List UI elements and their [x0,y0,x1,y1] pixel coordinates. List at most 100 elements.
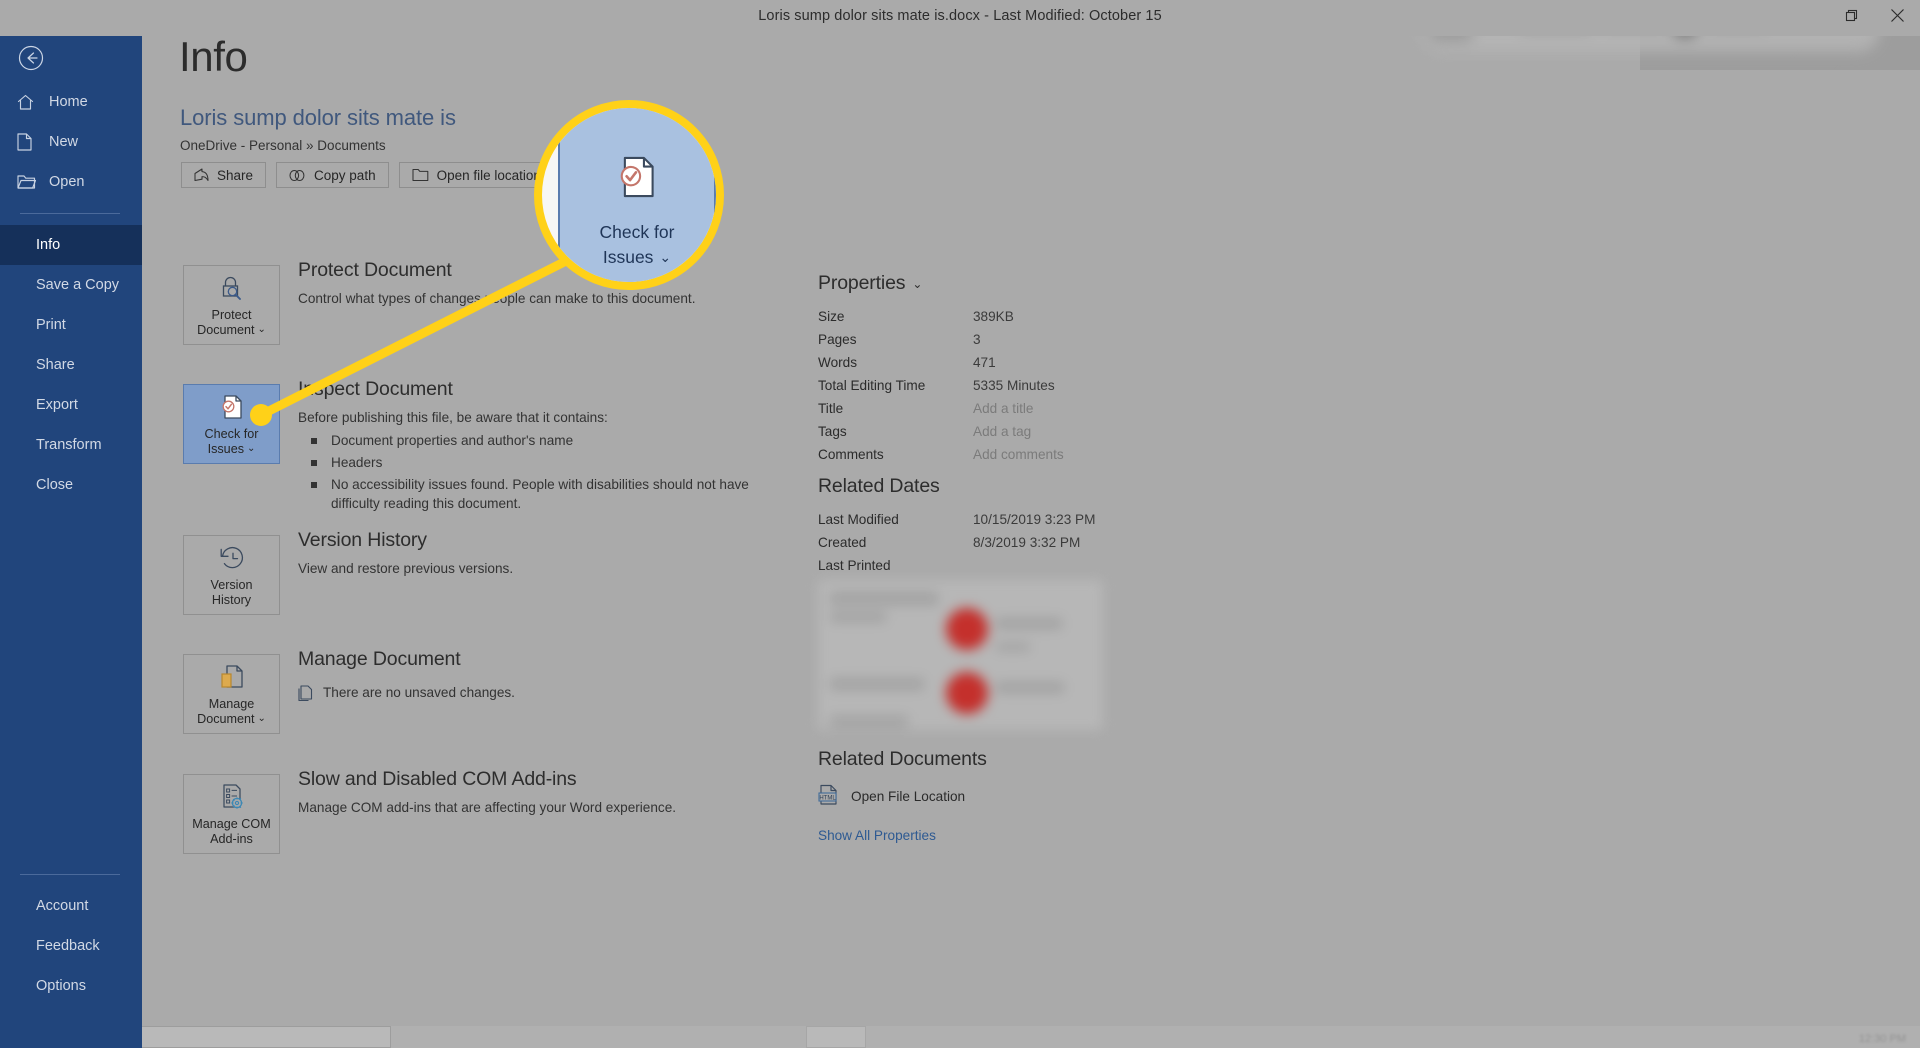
manage-document-section: Manage Document ⌄ Manage Document There … [183,648,883,744]
table-row: Created 8/3/2019 3:32 PM [818,531,1095,554]
protect-document-button-line1: Protect [211,308,252,322]
sidebar-item-account[interactable]: Account [0,886,142,926]
taskbar-segment[interactable] [806,1026,866,1048]
manage-com-addins-line1: Manage COM [192,817,271,831]
copy-path-button[interactable]: Copy path [276,162,389,188]
document-check-icon [217,392,247,422]
manage-document-note: There are no unsaved changes. [323,685,515,700]
table-row[interactable]: Size 389KB [818,305,1064,328]
protect-document-button[interactable]: Protect Document ⌄ [183,265,280,345]
list-item: Headers [298,453,801,472]
inspect-document-body-wrap: Before publishing this file, be aware th… [298,408,801,516]
chevron-down-icon: ⌄ [912,276,923,291]
sidebar-item-options[interactable]: Options [0,966,142,1006]
manage-document-button-line1: Manage [208,697,255,711]
date-value: 8/3/2019 3:32 PM [973,535,1081,550]
sidebar-item-label: Feedback [36,938,100,954]
protect-document-section: Protect Document ⌄ Protect Document Cont… [183,259,883,355]
manage-document-button[interactable]: Manage Document ⌄ [183,654,280,734]
sidebar-item-home[interactable]: Home [0,82,142,122]
sidebar-item-open[interactable]: Open [0,162,142,202]
related-dates-table: Last Modified 10/15/2019 3:23 PM Created… [818,508,1095,577]
zoom-label-line1: Check for [599,221,675,242]
table-row[interactable]: Total Editing Time 5335 Minutes [818,374,1064,397]
date-key: Created [818,535,867,550]
open-file-location-label: Open File Location [851,789,966,804]
document-path: OneDrive - Personal » Documents [180,138,386,153]
link-icon [289,169,306,182]
property-key: Title [818,401,844,416]
properties-heading: Properties [818,272,906,294]
zoomed-check-for-issues-button[interactable]: Check for Issues ⌄ [558,108,716,282]
open-file-location-link[interactable]: HTML Open File Location [818,784,987,809]
property-key: Tags [818,424,847,439]
com-addins-body: Manage COM add-ins that are affecting yo… [298,800,677,815]
version-history-button[interactable]: Version History [183,535,280,615]
open-file-location-button-label: Open file location [436,167,541,183]
sidebar-item-label: Save a Copy [36,277,120,293]
sidebar-item-share[interactable]: Share [0,345,142,385]
sidebar-item-label: Options [36,978,86,994]
table-row[interactable]: Title Add a title [818,397,1064,420]
related-documents-panel: Related Documents HTML Open File Locatio… [818,748,987,843]
inspect-document-body: Before publishing this file, be aware th… [298,410,608,425]
table-row[interactable]: Tags Add a tag [818,420,1064,443]
back-arrow-icon[interactable] [15,42,47,74]
document-name: Loris sump dolor sits mate is [180,105,456,130]
version-history-button-line1: Version [210,578,253,592]
open-file-location-button[interactable]: Open file location [398,162,554,188]
close-icon[interactable] [1874,0,1920,30]
check-for-issues-line1: Check for [204,427,259,441]
chevron-down-icon: ⌄ [659,248,672,265]
protect-document-body: Control what types of changes people can… [298,291,696,306]
table-row[interactable]: Pages 3 [818,328,1064,351]
chevron-down-icon: ⌄ [257,323,266,335]
show-all-properties-link[interactable]: Show All Properties [818,828,987,843]
sidebar-item-export[interactable]: Export [0,385,142,425]
sidebar-item-feedback[interactable]: Feedback [0,926,142,966]
property-value: 471 [973,355,996,370]
nav-list: Home New Open Info Save a Copy Print Sha… [0,82,142,505]
clock-back-icon [217,543,247,573]
manage-document-button-line2: Document [197,711,255,726]
inspect-document-bullets: Document properties and author's name He… [298,431,801,513]
nav-divider-bottom [20,874,120,875]
manage-com-addins-button[interactable]: Manage COM Add-ins [183,774,280,854]
date-value: 10/15/2019 3:23 PM [973,512,1096,527]
table-row[interactable]: Comments Add comments [818,443,1064,466]
property-key: Size [818,309,845,324]
com-addins-heading: Slow and Disabled COM Add-ins [298,768,577,790]
date-key: Last Modified [818,512,899,527]
sidebar-item-label: Transform [36,437,102,453]
share-icon [194,168,209,182]
page-title: Info [179,33,248,80]
html-label: HTML [819,795,836,801]
sidebar-item-label: New [49,134,79,150]
comments-field[interactable]: Add comments [973,447,1064,462]
restore-icon[interactable] [1828,0,1874,30]
sidebar-item-info[interactable]: Info [0,225,142,265]
sidebar-item-label: Share [36,357,75,373]
sidebar-item-close[interactable]: Close [0,465,142,505]
table-row: Last Modified 10/15/2019 3:23 PM [818,508,1095,531]
list-item: Document properties and author's name [298,431,801,450]
share-button[interactable]: Share [181,162,267,188]
tags-field[interactable]: Add a tag [973,424,1031,439]
title-field[interactable]: Add a title [973,401,1033,416]
inspect-document-heading: Inspect Document [298,378,453,400]
sidebar-item-transform[interactable]: Transform [0,425,142,465]
property-key: Pages [818,332,857,347]
version-history-body: View and restore previous versions. [298,561,514,576]
version-history-button-line2: History [211,592,252,607]
properties-heading-row[interactable]: Properties ⌄ [818,272,1064,295]
sidebar-item-print[interactable]: Print [0,305,142,345]
nav-divider [20,213,120,214]
table-row[interactable]: Words 471 [818,351,1064,374]
sidebar-item-label: Home [49,94,88,110]
sidebar-item-save-a-copy[interactable]: Save a Copy [0,265,142,305]
property-value: 5335 Minutes [973,378,1055,393]
sidebar-item-new[interactable]: New [0,122,142,162]
com-addins-icon [217,782,247,812]
document-check-icon [611,151,663,208]
taskbar-clock: 12:30 PM [1858,1033,1906,1045]
